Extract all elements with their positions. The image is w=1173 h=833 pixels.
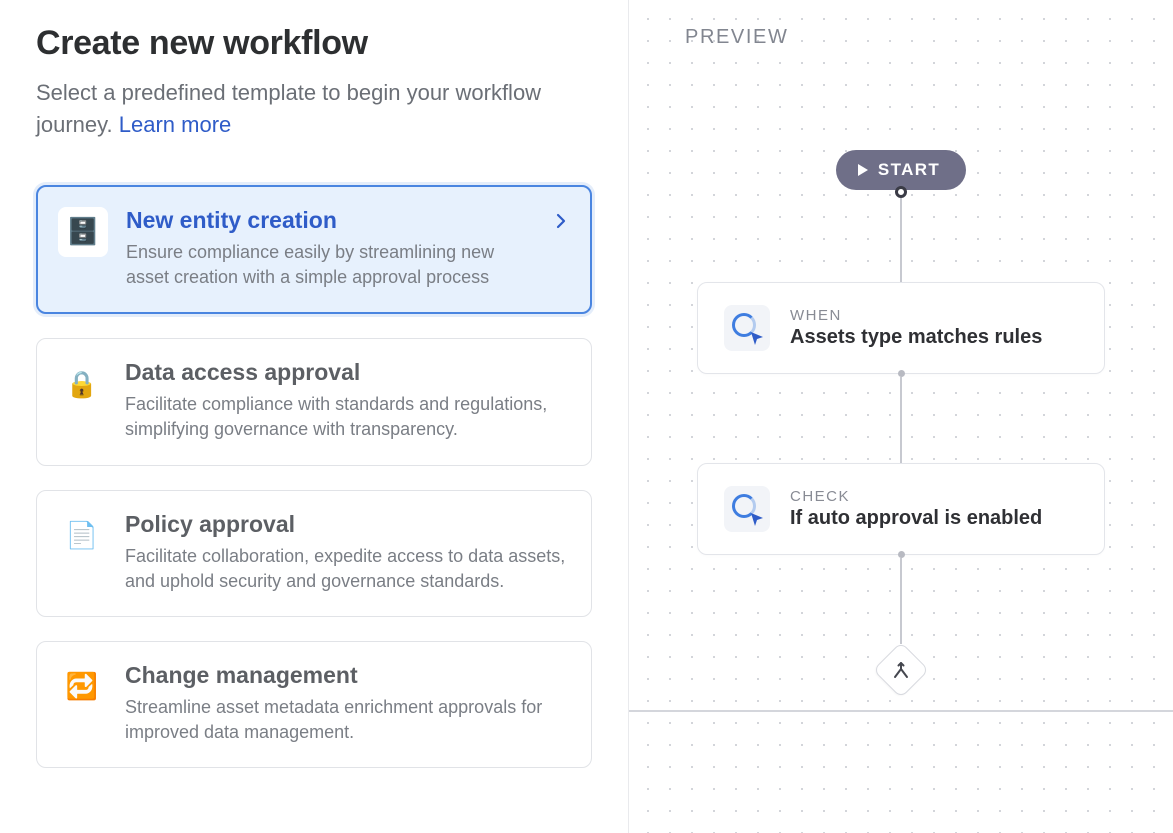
template-card-desc: Facilitate collaboration, expedite acces… xyxy=(125,544,567,594)
start-label: START xyxy=(878,160,940,180)
chevron-right-icon xyxy=(556,213,566,234)
template-card-policy-approval[interactable]: 📄 Policy approval Facilitate collaborati… xyxy=(36,490,592,617)
template-selector-panel: Create new workflow Select a predefined … xyxy=(0,0,628,833)
node-title: If auto approval is enabled xyxy=(790,507,1042,530)
sync-icon: 🔁 xyxy=(57,662,107,712)
node-connector-dot xyxy=(898,370,905,377)
split-icon xyxy=(873,642,929,698)
template-card-data-access-approval[interactable]: 🔒 Data access approval Facilitate compli… xyxy=(36,338,592,465)
template-card-title: New entity creation xyxy=(126,207,538,234)
preview-heading: PREVIEW xyxy=(685,26,788,49)
template-card-new-entity-creation[interactable]: 🗄️ New entity creation Ensure compliance… xyxy=(36,185,592,314)
template-card-desc: Ensure compliance easily by streamlining… xyxy=(126,240,538,290)
node-title: Assets type matches rules xyxy=(790,326,1042,349)
page-subtitle: Select a predefined template to begin yo… xyxy=(36,77,592,141)
flow-node-check[interactable]: CHECK If auto approval is enabled xyxy=(697,463,1105,555)
template-card-change-management[interactable]: 🔁 Change management Streamline asset met… xyxy=(36,641,592,768)
page-title: Create new workflow xyxy=(36,24,592,63)
play-icon xyxy=(858,164,868,176)
template-card-desc: Facilitate compliance with standards and… xyxy=(125,392,567,442)
node-eyebrow: WHEN xyxy=(790,307,1042,324)
document-icon: 📄 xyxy=(57,511,107,561)
decision-node[interactable] xyxy=(873,642,929,698)
node-connector-dot xyxy=(895,186,907,198)
template-card-title: Data access approval xyxy=(125,359,567,386)
connector-line xyxy=(900,558,902,644)
node-connector-dot xyxy=(898,551,905,558)
file-cabinet-icon: 🗄️ xyxy=(58,207,108,257)
subtitle-text: Select a predefined template to begin yo… xyxy=(36,80,541,137)
flow-node-when[interactable]: WHEN Assets type matches rules xyxy=(697,282,1105,374)
template-card-title: Change management xyxy=(125,662,567,689)
template-list: 🗄️ New entity creation Ensure compliance… xyxy=(36,185,592,769)
trigger-icon xyxy=(724,305,770,351)
learn-more-link[interactable]: Learn more xyxy=(119,112,232,137)
template-card-title: Policy approval xyxy=(125,511,567,538)
node-eyebrow: CHECK xyxy=(790,488,1042,505)
template-card-desc: Streamline asset metadata enrichment app… xyxy=(125,695,567,745)
trigger-icon xyxy=(724,486,770,532)
lock-icon: 🔒 xyxy=(57,359,107,409)
start-node[interactable]: START xyxy=(836,150,966,190)
workflow-flow: START WHEN Assets type matches rules CHE… xyxy=(629,150,1173,698)
branch-connector-line xyxy=(629,710,1173,712)
connector-line xyxy=(900,377,902,463)
connector-line xyxy=(900,198,902,282)
preview-panel: PREVIEW START WHEN Assets type matches r… xyxy=(628,0,1173,833)
